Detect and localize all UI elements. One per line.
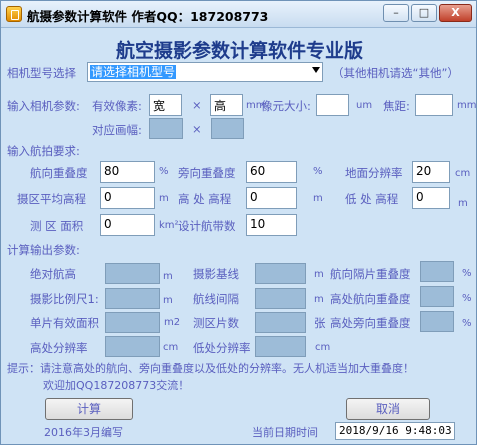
calculate-button[interactable]: 计算 (45, 398, 133, 420)
m-unit-2: m (313, 193, 323, 204)
line-spacing-label: 航线间隔 (193, 292, 239, 306)
strip-overlap-label: 航向隔片重叠度 (330, 267, 411, 281)
chevron-down-icon (312, 67, 320, 73)
minimize-button[interactable]: – (383, 4, 409, 22)
title-bar: 航摄参数计算软件 作者QQ：187208773 – □ X (1, 1, 476, 28)
flight-section: 输入航拍要求: (7, 144, 80, 158)
side-overlap-input[interactable]: 60 (246, 161, 297, 183)
close-button[interactable]: X (439, 4, 472, 22)
low-gsd-label: 低处分辨率 (193, 341, 251, 355)
cm-unit: cm (455, 168, 471, 179)
camera-params-section: 输入相机参数: (7, 99, 80, 113)
scale-label: 摄影比例尺1: (30, 292, 99, 306)
app-icon (6, 6, 22, 22)
line-spacing-output (255, 288, 306, 309)
maximize-button[interactable]: □ (411, 4, 437, 22)
high-forward-overlap-label: 高处航向重叠度 (330, 292, 411, 306)
datetime-display: 2018/9/16 9:48:03 (335, 422, 455, 440)
window-title: 航摄参数计算软件 作者QQ：187208773 (27, 9, 269, 24)
strip-overlap-output (420, 261, 454, 282)
side-overlap-label: 旁向重叠度 (178, 166, 236, 180)
single-area-label: 单片有效面积 (30, 316, 99, 330)
cancel-button[interactable]: 取消 (346, 398, 430, 420)
m-unit-4: m (163, 271, 173, 282)
baseline-label: 摄影基线 (193, 267, 239, 281)
tip-line-1: 提示：请注意高处的航向、旁向重叠度以及低处的分辨率。无人机适当加大重叠度！ (7, 362, 414, 375)
photo-count-output (255, 312, 306, 333)
single-area-output (105, 312, 160, 333)
forward-overlap-input[interactable]: 80 (100, 161, 155, 183)
edited-date: 2016年3月编写 (44, 426, 123, 439)
percent-unit-2: % (313, 166, 323, 177)
camera-model-selected: 请选择相机型号 (90, 65, 177, 79)
high-elevation-input[interactable]: 0 (246, 187, 297, 209)
gsd-input[interactable]: 20 (412, 161, 450, 183)
pixel-height-input[interactable]: 高 (210, 94, 243, 116)
sheet-unit: 张 (314, 316, 326, 330)
m-unit-7: m (314, 294, 324, 305)
camera-other-note: （其他相机请选“其他”） (332, 66, 459, 80)
high-gsd-label: 高处分辨率 (30, 341, 88, 355)
pixel-size-label: 像元大小: (261, 99, 311, 113)
flight-height-output (105, 263, 160, 284)
percent-unit-3: % (462, 268, 472, 279)
m-unit-3: m (458, 198, 468, 209)
photo-count-label: 测区片数 (193, 316, 239, 330)
m2-unit: m2 (164, 317, 181, 328)
um-unit: um (356, 100, 373, 111)
avg-elevation-input[interactable]: 0 (100, 187, 155, 209)
percent-unit: % (159, 166, 169, 177)
m-unit-6: m (163, 295, 173, 306)
focal-length-input[interactable] (415, 94, 453, 116)
area-label: 测 区 面积 (30, 219, 84, 233)
page-title: 航空摄影参数计算软件专业版 (115, 40, 363, 62)
m-unit: m (159, 193, 169, 204)
km2-unit: km² (159, 220, 179, 231)
pixel-width-input[interactable]: 宽 (149, 94, 182, 116)
high-forward-overlap-output (420, 286, 454, 307)
high-side-overlap-output (420, 311, 454, 332)
cm-unit-3: cm (315, 342, 331, 353)
frame-height-output (211, 118, 244, 139)
focal-unit: mm (457, 100, 477, 111)
diag-frame-label: 对应画幅: (92, 123, 142, 137)
high-gsd-output (105, 336, 160, 357)
focal-length-label: 焦距: (383, 99, 410, 113)
output-section: 计算输出参数: (7, 243, 80, 257)
low-elevation-label: 低 处 高程 (345, 192, 399, 206)
flight-height-label: 绝对航高 (30, 267, 76, 281)
frame-width-output (149, 118, 183, 139)
strips-label: 设计航带数 (178, 219, 236, 233)
camera-model-label: 相机型号选择 (7, 66, 76, 80)
avg-elevation-label: 摄区平均高程 (17, 192, 86, 206)
main-window: 航摄参数计算软件 作者QQ：187208773 – □ X 航空摄影参数计算软件… (0, 0, 477, 445)
times-sign-2: × (192, 122, 202, 136)
m-unit-5: m (314, 269, 324, 280)
strips-input[interactable]: 10 (246, 214, 297, 236)
cm-unit-2: cm (163, 342, 179, 353)
area-input[interactable]: 0 (100, 214, 155, 236)
pixel-size-input[interactable] (316, 94, 349, 116)
times-sign: × (192, 98, 202, 112)
forward-overlap-label: 航向重叠度 (30, 166, 88, 180)
low-gsd-output (255, 336, 306, 357)
effective-pixels-label: 有效像素: (92, 99, 142, 113)
datetime-label: 当前日期时间 (252, 426, 318, 439)
tip-line-2: 欢迎加QQ187208773交流！ (43, 379, 190, 392)
baseline-output (255, 263, 306, 284)
camera-model-select[interactable]: 请选择相机型号 (87, 62, 323, 82)
high-side-overlap-label: 高处旁向重叠度 (330, 316, 411, 330)
high-elevation-label: 高 处 高程 (178, 192, 232, 206)
scale-output (105, 288, 160, 309)
low-elevation-input[interactable]: 0 (412, 187, 450, 209)
gsd-label: 地面分辨率 (345, 166, 403, 180)
percent-unit-5: % (462, 318, 472, 329)
percent-unit-4: % (462, 293, 472, 304)
